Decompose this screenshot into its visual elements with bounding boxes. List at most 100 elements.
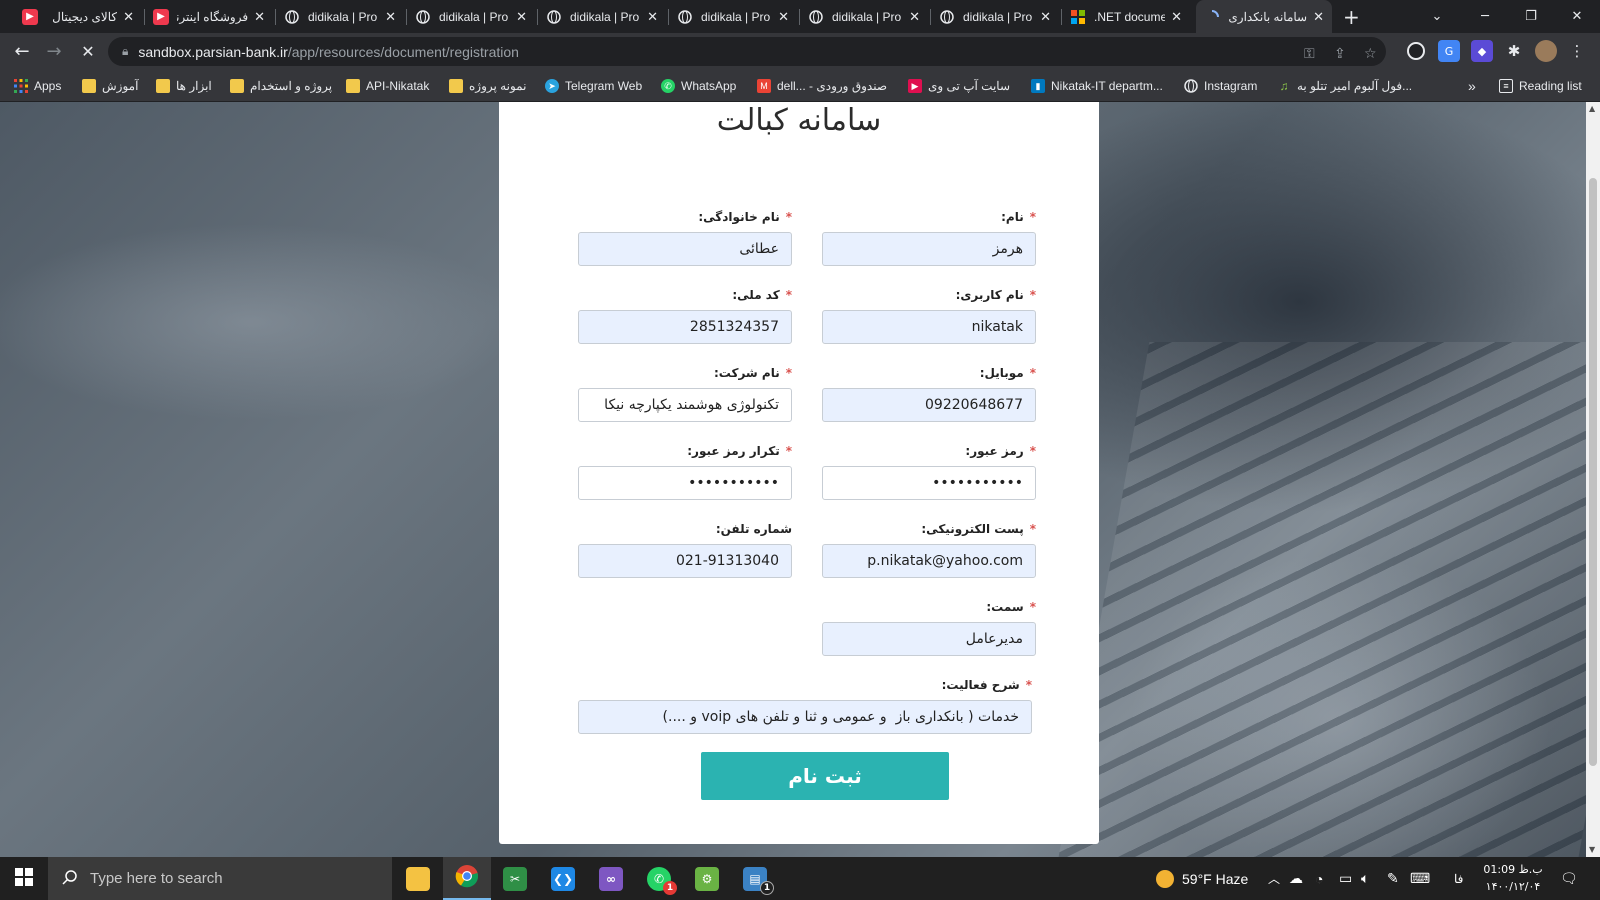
required-mark: *: [785, 288, 792, 302]
back-button[interactable]: ←: [6, 33, 38, 70]
bookmark-label: Telegram Web: [565, 79, 643, 93]
extension-icon[interactable]: ◆: [1471, 40, 1493, 62]
lock-icon[interactable]: 🔒︎: [122, 44, 128, 59]
share-icon[interactable]: ⇪: [1334, 46, 1346, 62]
wifi-icon[interactable]: ◔: [1315, 857, 1323, 900]
volume-icon[interactable]: 🔈︎: [1361, 857, 1369, 900]
position-input[interactable]: [822, 622, 1036, 656]
clock[interactable]: 01:09 ب.ظ ۱۴۰۰/۱۲/۰۴: [1478, 861, 1548, 895]
bookmark-star-icon[interactable]: ☆: [1364, 46, 1377, 62]
restore-button[interactable]: ❐: [1508, 0, 1554, 33]
password-input[interactable]: [822, 466, 1036, 500]
close-icon[interactable]: ✕: [516, 9, 527, 25]
bookmark-label: فول آلبوم امیر تتلو به...: [1297, 79, 1413, 93]
scrollbar-thumb[interactable]: [1589, 178, 1597, 766]
close-icon[interactable]: ✕: [778, 9, 789, 25]
language-indicator[interactable]: فا: [1454, 857, 1463, 900]
new-tab-button[interactable]: +: [1343, 0, 1360, 33]
scroll-up-icon[interactable]: ▲: [1589, 104, 1595, 113]
close-icon[interactable]: ✕: [909, 9, 920, 25]
address-bar[interactable]: 🔒︎ sandbox.parsian-bank.ir/app/resources…: [108, 37, 1386, 66]
loading-spinner-icon: [1204, 9, 1220, 25]
taskbar-android-studio[interactable]: ⚙: [683, 857, 731, 900]
bookmark-folder[interactable]: آموزش: [82, 70, 138, 102]
tab-active[interactable]: سامانه بانکداری ✕: [1196, 0, 1332, 33]
close-icon[interactable]: ✕: [1313, 9, 1324, 25]
tab-6[interactable]: didikala | Pro ✕: [669, 0, 797, 33]
key-icon[interactable]: ⚿: [1304, 46, 1315, 62]
bookmark-folder[interactable]: پروژه و استخدام: [230, 70, 332, 102]
keyboard-icon[interactable]: ⌨: [1410, 857, 1430, 900]
tab-9[interactable]: .NET docume ✕: [1062, 0, 1190, 33]
tab-3[interactable]: didikala | Pro ✕: [276, 0, 404, 33]
forward-button[interactable]: →: [38, 33, 70, 70]
taskbar-visual-studio[interactable]: ∞: [587, 857, 635, 900]
bookmarks-overflow-button[interactable]: »: [1468, 70, 1476, 102]
tab-4[interactable]: didikala | Pro ✕: [407, 0, 535, 33]
close-icon[interactable]: ✕: [647, 9, 658, 25]
taskbar-whatsapp[interactable]: ✆ 1: [635, 857, 683, 900]
taskbar-chrome[interactable]: [443, 857, 491, 900]
close-window-button[interactable]: ✕: [1554, 0, 1600, 33]
notifications-icon[interactable]: 🗨︎: [1560, 857, 1578, 900]
music-icon: ♫: [1279, 79, 1289, 93]
bookmark-whatsapp[interactable]: ✆ WhatsApp: [661, 70, 736, 102]
last-name-input[interactable]: [578, 232, 792, 266]
bookmark-telegram[interactable]: ➤ Telegram Web: [545, 70, 642, 102]
company-input[interactable]: [578, 388, 792, 422]
close-icon[interactable]: ✕: [254, 9, 265, 25]
tab-7[interactable]: didikala | Pro ✕: [800, 0, 928, 33]
register-button[interactable]: ثبت نام: [701, 752, 949, 800]
battery-icon[interactable]: ▭: [1339, 857, 1352, 900]
menu-icon[interactable]: ⋮: [1566, 40, 1588, 62]
bookmark-folder[interactable]: نمونه پروژه: [449, 70, 526, 102]
tab-1[interactable]: ▶ کالای دیجیتال ✕: [14, 0, 142, 33]
aparat-icon: ▶: [908, 79, 922, 93]
taskbar-file-explorer[interactable]: [394, 857, 442, 900]
stop-loading-button[interactable]: ✕: [72, 33, 104, 70]
tab-search-button[interactable]: ⌄: [1414, 0, 1460, 33]
puzzle-icon[interactable]: ✱: [1503, 40, 1525, 62]
password-repeat-input[interactable]: [578, 466, 792, 500]
scroll-down-icon[interactable]: ▼: [1589, 845, 1595, 854]
weather-widget[interactable]: 59°F Haze: [1156, 857, 1248, 900]
bookmark-folder[interactable]: API-Nikatak: [346, 70, 429, 102]
bookmark-aparat[interactable]: ▶ سایت آپ تی وی: [908, 70, 1010, 102]
email-input[interactable]: [822, 544, 1036, 578]
close-icon[interactable]: ✕: [385, 9, 396, 25]
taskbar-search[interactable]: Type here to search: [48, 857, 392, 900]
national-code-input[interactable]: [578, 310, 792, 344]
minimize-button[interactable]: ─: [1462, 0, 1508, 33]
reading-list-button[interactable]: ≡ Reading list: [1499, 70, 1582, 102]
company-field: *نام شرکت:: [578, 364, 792, 422]
vertical-scrollbar[interactable]: ▲ ▼: [1586, 102, 1600, 857]
tab-5[interactable]: didikala | Pro ✕: [538, 0, 666, 33]
close-icon[interactable]: ✕: [1171, 9, 1182, 25]
onedrive-icon[interactable]: ☁: [1289, 857, 1303, 900]
close-icon[interactable]: ✕: [1040, 9, 1051, 25]
taskbar-snipping-tool[interactable]: ✂: [491, 857, 539, 900]
gmail-icon: M: [757, 79, 771, 93]
username-input[interactable]: [822, 310, 1036, 344]
bookmark-gmail[interactable]: M dell... - صندوق ورودی: [757, 70, 887, 102]
first-name-input[interactable]: [822, 232, 1036, 266]
show-hidden-icons[interactable]: ︿: [1268, 857, 1280, 900]
mobile-input[interactable]: [822, 388, 1036, 422]
bookmark-instagram[interactable]: Instagram: [1184, 70, 1257, 102]
phone-input[interactable]: [578, 544, 792, 578]
extension-icon[interactable]: [1407, 42, 1425, 60]
avatar[interactable]: [1535, 40, 1557, 62]
taskbar-files[interactable]: ▤ 1: [731, 857, 779, 900]
pen-icon[interactable]: ✎: [1387, 857, 1399, 900]
google-translate-icon[interactable]: G: [1438, 40, 1460, 62]
activity-input[interactable]: [578, 700, 1032, 734]
bookmark-trello[interactable]: ▮ Nikatak-IT departm...: [1031, 70, 1163, 102]
tab-8[interactable]: didikala | Pro ✕: [931, 0, 1059, 33]
taskbar-vscode[interactable]: ❮❯: [539, 857, 587, 900]
close-icon[interactable]: ✕: [123, 9, 134, 25]
start-button[interactable]: [0, 857, 48, 900]
bookmark-music[interactable]: ♫ فول آلبوم امیر تتلو به...: [1277, 70, 1413, 102]
bookmark-apps[interactable]: Apps: [14, 70, 61, 102]
bookmark-folder[interactable]: ابزار ها: [156, 70, 212, 102]
tab-2[interactable]: ▶ فروشگاه اینترنتی ✕: [145, 0, 273, 33]
